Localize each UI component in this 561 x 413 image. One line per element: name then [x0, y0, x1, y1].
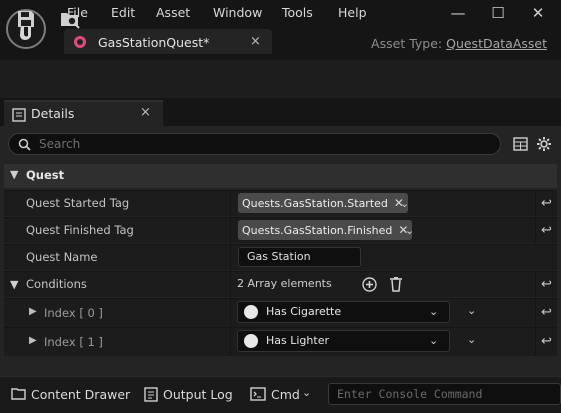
content-drawer-icon: [11, 388, 26, 400]
column-divider[interactable]: [230, 190, 231, 356]
tab-title: GasStationQuest*: [98, 35, 210, 50]
started-tag-value: Quests.GasStation.Started: [242, 196, 388, 210]
reset-to-default-icon[interactable]: ↩: [535, 298, 557, 327]
output-log-icon: [144, 387, 158, 402]
conditions-label: Conditions: [26, 277, 87, 291]
chevron-right-icon[interactable]: ▶: [29, 306, 37, 317]
condition-0-combo[interactable]: Has Cigarette ⌄: [237, 301, 450, 323]
conditions-count: 2 Array elements: [237, 277, 332, 290]
finished-tag-chip[interactable]: Quests.GasStation.Finished ✕: [238, 220, 413, 240]
chevron-down-icon[interactable]: ⌄: [467, 304, 476, 317]
cmd-label: Cmd: [271, 387, 300, 402]
index-0-label: Index [ 0 ]: [44, 306, 103, 320]
details-icon: [12, 108, 26, 122]
finished-tag-label: Quest Finished Tag: [26, 223, 134, 237]
save-icon[interactable]: [14, 7, 38, 31]
reset-to-default-icon[interactable]: ↩: [535, 190, 557, 216]
asset-type-link[interactable]: QuestDataAsset: [446, 36, 547, 51]
quest-name-label: Quest Name: [26, 250, 98, 264]
console-command-input[interactable]: Enter Console Command: [328, 383, 561, 405]
toolbar: [0, 60, 561, 98]
reset-to-default-icon[interactable]: ↩: [535, 271, 557, 297]
menu-window[interactable]: Window: [213, 5, 262, 21]
trash-icon[interactable]: [389, 276, 403, 292]
tab-close-icon[interactable]: ×: [250, 34, 261, 49]
chevron-down-icon: ⌄: [429, 334, 439, 347]
chevron-down-icon: ▼: [10, 168, 19, 181]
chevron-down-icon: ⌄: [429, 305, 439, 318]
menu-help[interactable]: Help: [338, 5, 367, 21]
chevron-right-icon[interactable]: ▶: [29, 335, 37, 346]
quest-asset-icon: [74, 36, 86, 48]
blueprint-class-icon: [244, 334, 258, 348]
add-element-icon[interactable]: [362, 277, 377, 292]
category-label: Quest: [26, 168, 65, 182]
search-icon: [18, 138, 31, 151]
menu-edit[interactable]: Edit: [111, 5, 135, 21]
minimize-button[interactable]: —: [444, 2, 472, 24]
close-window-button[interactable]: ✕: [524, 2, 552, 24]
condition-1-combo[interactable]: Has Lighter ⌄: [237, 330, 450, 352]
quest-name-field[interactable]: Gas Station: [238, 247, 361, 267]
terminal-icon: [250, 387, 266, 401]
reset-to-default-icon[interactable]: ↩: [535, 217, 557, 243]
table-view-icon[interactable]: [513, 137, 528, 151]
asset-type: Asset Type: QuestDataAsset: [371, 36, 547, 51]
output-log-label: Output Log: [163, 387, 233, 402]
finished-tag-value: Quests.GasStation.Finished: [242, 223, 393, 237]
menu-asset[interactable]: Asset: [156, 5, 190, 21]
search-placeholder: Search: [39, 137, 81, 151]
condition-0-value: Has Cigarette: [266, 305, 342, 318]
started-tag-label: Quest Started Tag: [26, 196, 130, 210]
chevron-down-icon[interactable]: ⌄: [405, 224, 414, 237]
content-drawer-label: Content Drawer: [31, 387, 131, 402]
details-tab-close-icon[interactable]: ×: [140, 105, 151, 120]
category-quest[interactable]: ▼ Quest: [4, 164, 557, 188]
index-1-label: Index [ 1 ]: [44, 335, 103, 349]
chevron-down-icon[interactable]: ⌄: [400, 197, 409, 210]
details-tab-title: Details: [31, 106, 75, 121]
maximize-button[interactable]: ☐: [484, 2, 512, 24]
menu-tools[interactable]: Tools: [282, 5, 313, 21]
chevron-down-icon[interactable]: ⌄: [467, 333, 476, 346]
started-tag-chip[interactable]: Quests.GasStation.Started ✕: [238, 193, 408, 213]
reset-to-default-icon[interactable]: ↩: [535, 327, 557, 356]
search-input[interactable]: Search: [8, 133, 501, 155]
condition-1-value: Has Lighter: [266, 334, 329, 347]
chevron-down-icon[interactable]: ▼: [10, 278, 18, 291]
asset-type-label: Asset Type:: [371, 36, 443, 51]
tab-gas-station-quest[interactable]: GasStationQuest* ×: [64, 29, 272, 54]
blueprint-class-icon: [244, 305, 258, 319]
tab-details[interactable]: Details ×: [4, 100, 163, 126]
gear-icon[interactable]: [536, 136, 552, 152]
cmd-dropdown[interactable]: Cmd ⌄: [250, 385, 322, 405]
console-placeholder: Enter Console Command: [337, 387, 483, 401]
chevron-down-icon: ⌄: [302, 386, 312, 399]
browse-icon[interactable]: [58, 7, 82, 31]
